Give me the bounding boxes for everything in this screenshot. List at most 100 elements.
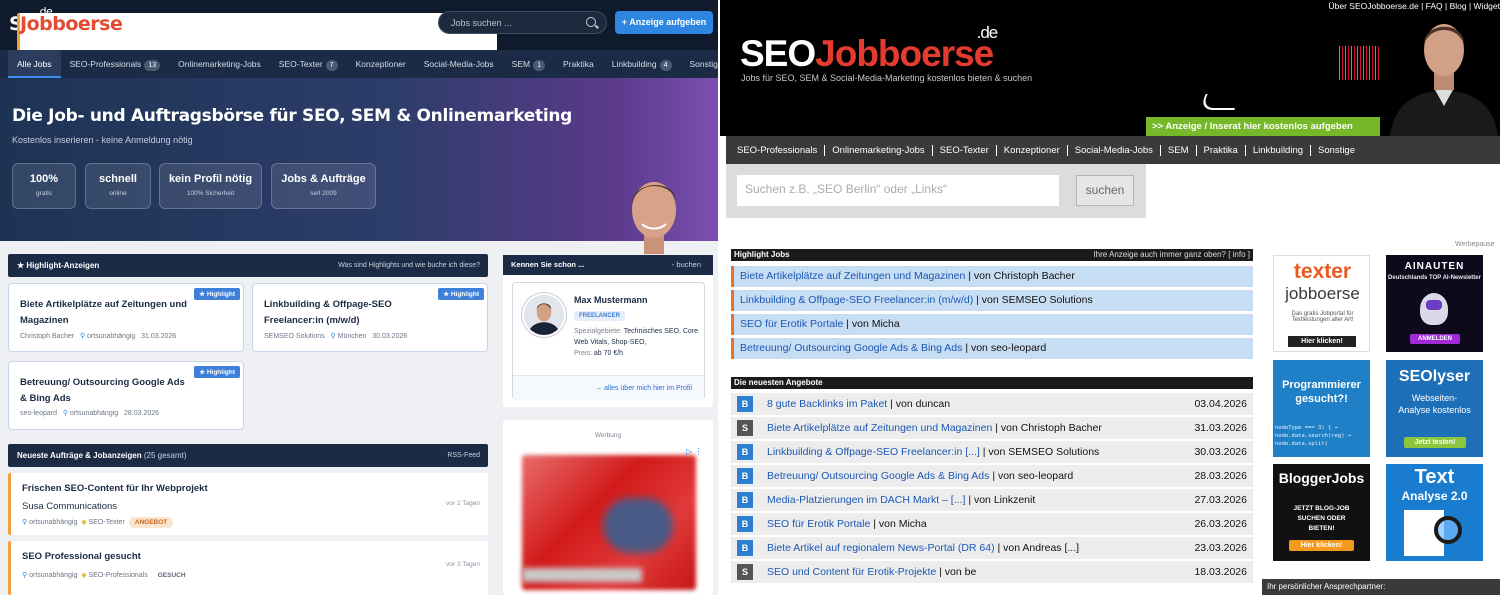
adchoices-icon[interactable]: ▷ ⋮ (686, 447, 702, 456)
nav-item[interactable]: Alle Jobs (8, 50, 61, 78)
avatar (522, 293, 566, 337)
nav-item[interactable]: SEO-Texter (933, 144, 997, 156)
listing-row[interactable]: B Betreuung/ Outsourcing Google Ads & Bin… (731, 465, 1253, 487)
nav-item[interactable]: Konzeptioner (347, 50, 415, 78)
blurred-ad-shape (603, 498, 673, 553)
nav-item[interactable]: Praktika (1197, 144, 1246, 156)
highlight-meta: Christoph Bacher ⚲ ortsunabhängig 31.03.… (20, 333, 177, 340)
listing-row[interactable]: B Biete Artikel auf regionalem News-Porta… (731, 537, 1253, 559)
listing-row[interactable]: B Media-Platzierungen im DACH Markt – [..… (731, 489, 1253, 511)
ad-textanalyse[interactable]: Text Analyse 2.0 (1386, 464, 1483, 561)
job-meta: ⚲ ortsunabhängig ◆ SEO-Texter ANGEBOT (22, 517, 174, 528)
profile-name[interactable]: Max Mustermann (574, 295, 648, 305)
nav-item[interactable]: Sonstiges (681, 50, 718, 78)
highlight-row[interactable]: Betreuung/ Outsourcing Google Ads & Bing… (731, 338, 1253, 359)
listing-row[interactable]: B SEO für Erotik Portale | von Micha 26.03… (731, 513, 1253, 535)
highlights-info-link[interactable]: Was sind Highlights und wie buche ich di… (338, 254, 480, 277)
listing-type-icon: S (737, 420, 753, 436)
stat-card: schnell online (85, 163, 151, 209)
ad-box[interactable]: Werbung ▷ ⋮ (503, 420, 713, 595)
nav-item[interactable]: Onlinemarketing-Jobs (825, 144, 933, 156)
ad-ainauten[interactable]: AINAUTEN Deutschlands TOP AI-Newsletter … (1386, 255, 1483, 352)
nav-item[interactable]: SEM 1 (503, 50, 554, 78)
nav-item[interactable]: Praktika (554, 50, 603, 78)
nav-item[interactable]: SEO-Texter 7 (270, 50, 347, 78)
job-title[interactable]: Frischen SEO-Content für Ihr Webprojekt (22, 483, 208, 494)
category-nav: Alle Jobs SEO-Professionals 13 Onlinemark… (0, 50, 718, 78)
count-badge: 7 (325, 60, 338, 71)
nav-item[interactable]: Sonstige (1311, 145, 1362, 156)
highlight-jobs-header: Highlight Jobs Ihre Anzeige auch immer ga… (731, 249, 1253, 261)
highlight-card[interactable]: ★ Highlight Linkbuilding & Offpage-SEO F… (252, 283, 488, 352)
site-logo[interactable]: SEOJobboerse.de (9, 5, 497, 75)
location-pin-icon: ⚲ (79, 333, 86, 340)
profile-widget: Kennen Sie schon ... - buchen Max Musterm… (503, 255, 713, 407)
nav-item[interactable]: Linkbuilding 4 (603, 50, 681, 78)
newest-header: Neueste Aufträge & Jobanzeigen (25 gesam… (8, 444, 488, 467)
ad-texterjobboerse[interactable]: texter jobboerse Das gratis Jobportal fü… (1273, 255, 1370, 352)
tag-icon: ◆ (81, 519, 87, 526)
search-input[interactable]: Jobs suchen ... (438, 11, 607, 34)
job-row[interactable]: SEO Professional gesucht ⚲ ortsunabhängi… (8, 541, 488, 595)
highlight-title[interactable]: Linkbuilding & Offpage-SEO Freelancer:in… (264, 297, 434, 329)
listing-row[interactable]: B Linkbuilding & Offpage-SEO Freelancer:i… (731, 441, 1253, 463)
rss-feed-link[interactable]: RSS-Feed (447, 444, 480, 467)
add-listing-button[interactable]: + Anzeige aufgeben (615, 11, 713, 34)
highlight-title[interactable]: Betreuung/ Outsourcing Google Ads & Bing… (20, 375, 190, 407)
highlight-badge: ★ Highlight (438, 288, 484, 300)
request-badge: GESUCH (157, 572, 186, 579)
profile-link[interactable]: → alles über mich hier im Profil (513, 375, 704, 400)
post-listing-link[interactable]: >> Anzeige / Inserat hier kostenlos aufg… (1146, 117, 1380, 136)
job-row[interactable]: Frischen SEO-Content für Ihr Webprojekt … (8, 473, 488, 535)
highlight-row[interactable]: Biete Artikelplätze auf Zeitungen und Ma… (731, 266, 1253, 287)
location-pin-icon: ⚲ (22, 572, 28, 579)
highlight-badge: ★ Highlight (194, 288, 240, 300)
highlight-card[interactable]: ★ Highlight Betreuung/ Outsourcing Googl… (8, 361, 244, 430)
screenshot-root: SEOJobboerse.de Jobs suchen ... + Anzeig… (0, 0, 1500, 595)
ad-programmierer[interactable]: Programmierer gesucht?! nodeType === 3) … (1273, 360, 1370, 457)
newest-header: Die neuesten Angebote (731, 377, 1253, 389)
highlight-row[interactable]: SEO für Erotik Portale | von Micha (731, 314, 1253, 335)
ad-seolyser[interactable]: SEOlyser Webseiten-Analyse kostenlos Jet… (1386, 360, 1483, 457)
search-input[interactable]: Suchen z.B. „SEO Berlin“ oder „Links“ (737, 175, 1059, 206)
listing-type-icon: B (737, 396, 753, 412)
info-link[interactable]: Ihre Anzeige auch immer ganz oben? [ inf… (1093, 249, 1250, 261)
listing-row[interactable]: B8 gute Backlinks im Paket | von duncan 0… (731, 393, 1253, 415)
tag-icon: ◆ (81, 572, 87, 579)
top-links[interactable]: Über SEOJobboerse.de | FAQ | Blog | Widg… (1328, 1, 1500, 11)
highlight-title[interactable]: Biete Artikelplätze auf Zeitungen und Ma… (20, 297, 190, 329)
profile-card[interactable]: Max Mustermann FREELANCER Spezialgebiete… (512, 282, 705, 400)
listing-type-icon: B (737, 516, 753, 532)
nav-item[interactable]: Social-Media-Jobs (415, 50, 503, 78)
job-age: vor 3 Tagen (446, 561, 480, 568)
site-logo[interactable]: SEOJobboerse.de (740, 23, 998, 75)
search-button[interactable]: suchen (1076, 175, 1134, 206)
blurred-ad-text (522, 568, 642, 582)
highlight-card[interactable]: ★ Highlight Biete Artikelplätze auf Zeit… (8, 283, 244, 352)
book-link[interactable]: - buchen (672, 255, 701, 275)
ad-bloggerjobs[interactable]: BloggerJobs JETZT BLOG-JOB SUCHEN ODER B… (1273, 464, 1370, 561)
nav-item[interactable]: SEO-Professionals (730, 144, 826, 156)
highlight-row[interactable]: Linkbuilding & Offpage-SEO Freelancer:in… (731, 290, 1253, 311)
offer-badge: ANGEBOT (128, 517, 174, 528)
search-icon[interactable] (586, 17, 596, 27)
listing-row[interactable]: S SEO und Content für Erotik-Projekte | v… (731, 561, 1253, 583)
location-pin-icon: ⚲ (330, 333, 336, 340)
listing-row[interactable]: S Biete Artikelplätze auf Zeitungen und M… (731, 417, 1253, 439)
job-title[interactable]: SEO Professional gesucht (22, 551, 141, 562)
nav-item[interactable]: SEO-Professionals 13 (61, 50, 170, 78)
nav-item[interactable]: Linkbuilding (1246, 144, 1312, 156)
highlight-meta: SEMSEO Solutions ⚲ München 30.03.2026 (264, 333, 408, 340)
werbepause-label: Werbepause (1455, 241, 1495, 248)
hero-subtitle: Kostenlos inserieren - keine Anmeldung n… (12, 135, 193, 145)
nav-item[interactable]: Social-Media-Jobs (1068, 144, 1161, 156)
nav-item[interactable]: Onlinemarketing-Jobs (169, 50, 270, 78)
arrow-icon (1198, 94, 1242, 110)
visor-icon (1426, 300, 1442, 310)
new-site-pane: SEOJobboerse.de Jobs suchen ... + Anzeig… (0, 0, 718, 595)
stat-card: 100% gratis (12, 163, 76, 209)
highlights-header: ★ Highlight-Anzeigen Was sind Highlights … (8, 254, 488, 277)
nav-item[interactable]: SEM (1161, 144, 1197, 156)
nav-item[interactable]: Konzeptioner (997, 144, 1068, 156)
listing-type-icon: S (737, 564, 753, 580)
